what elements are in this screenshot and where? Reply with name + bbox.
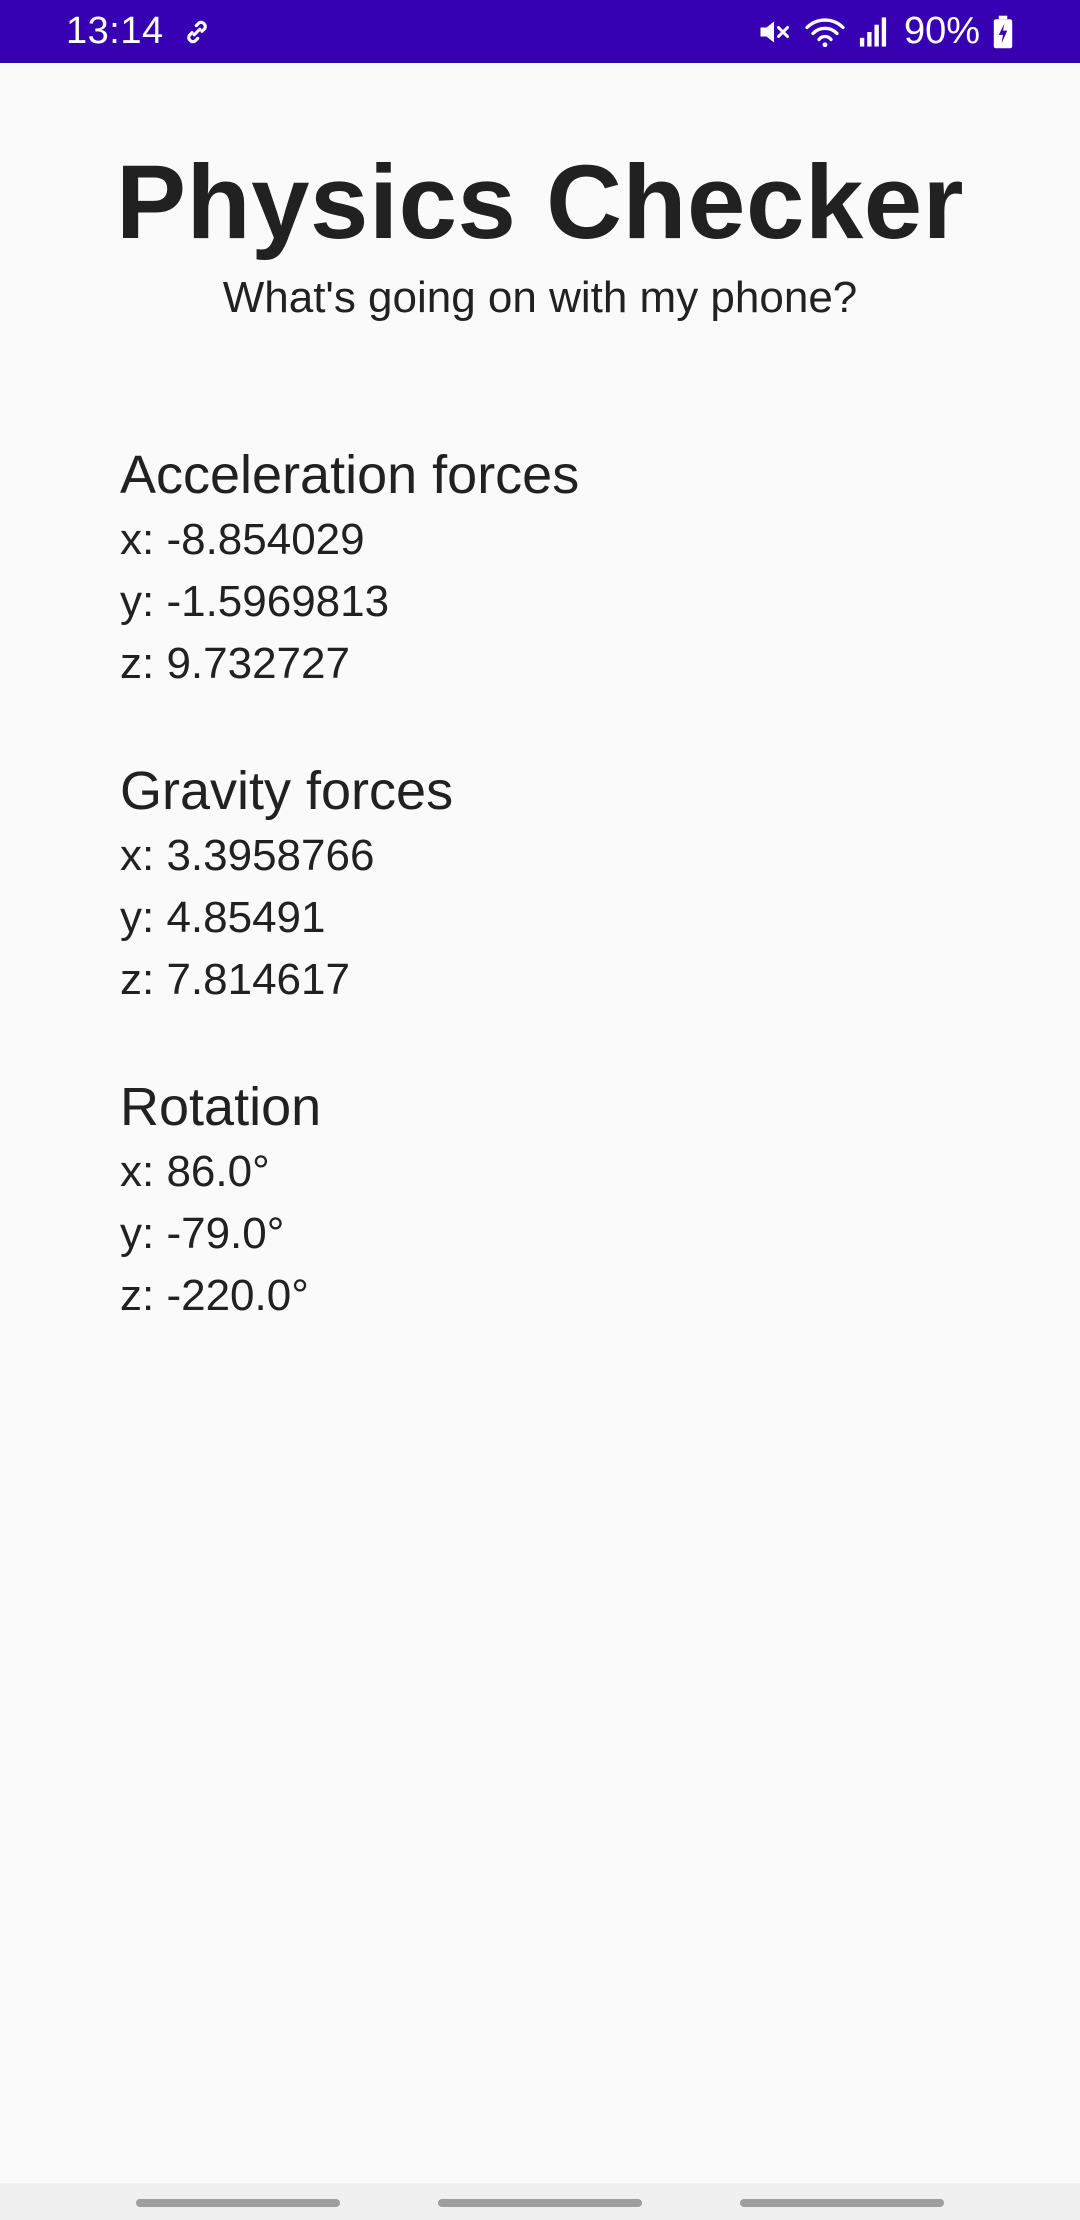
battery-charging-icon — [992, 15, 1014, 49]
rotation-y: y: -79.0° — [120, 1209, 285, 1258]
app-subtitle: What's going on with my phone? — [222, 273, 858, 322]
rotation-x: x: 86.0° — [120, 1147, 270, 1196]
acceleration-x: x: -8.854029 — [120, 515, 365, 564]
gravity-y: y: 4.85491 — [120, 893, 326, 942]
back-gesture-handle[interactable] — [740, 2199, 944, 2207]
navigation-bar — [0, 2183, 1080, 2220]
home-gesture-handle[interactable] — [438, 2199, 642, 2207]
recent-apps-gesture-handle[interactable] — [136, 2199, 340, 2207]
rotation-section: Rotation x: 86.0° y: -79.0° z: -220.0° — [120, 1075, 980, 1327]
app-title: Physics Checker — [115, 144, 964, 261]
gravity-title: Gravity forces — [120, 761, 454, 821]
acceleration-y: y: -1.5969813 — [120, 577, 390, 626]
mute-icon — [756, 14, 792, 50]
gravity-z: z: 7.814617 — [120, 955, 350, 1004]
gravity-x: x: 3.3958766 — [120, 831, 375, 880]
link-icon — [180, 15, 214, 49]
status-time: 13:14 — [66, 10, 164, 52]
status-right: 90% — [756, 10, 1014, 53]
acceleration-z: z: 9.732727 — [120, 639, 350, 688]
battery-percent: 90% — [903, 10, 980, 52]
acceleration-title: Acceleration forces — [120, 445, 580, 505]
wifi-icon — [804, 14, 846, 50]
rotation-title: Rotation — [120, 1077, 322, 1137]
rotation-z: z: -220.0° — [120, 1271, 309, 1320]
status-left: 13:14 — [66, 10, 214, 53]
signal-icon — [858, 16, 888, 48]
main-content: Physics Checker What's going on with my … — [0, 63, 1080, 2183]
status-bar: 13:14 90% — [0, 0, 1080, 63]
gravity-section: Gravity forces x: 3.3958766 y: 4.85491 z… — [120, 759, 980, 1011]
acceleration-section: Acceleration forces x: -8.854029 y: -1.5… — [120, 443, 980, 695]
